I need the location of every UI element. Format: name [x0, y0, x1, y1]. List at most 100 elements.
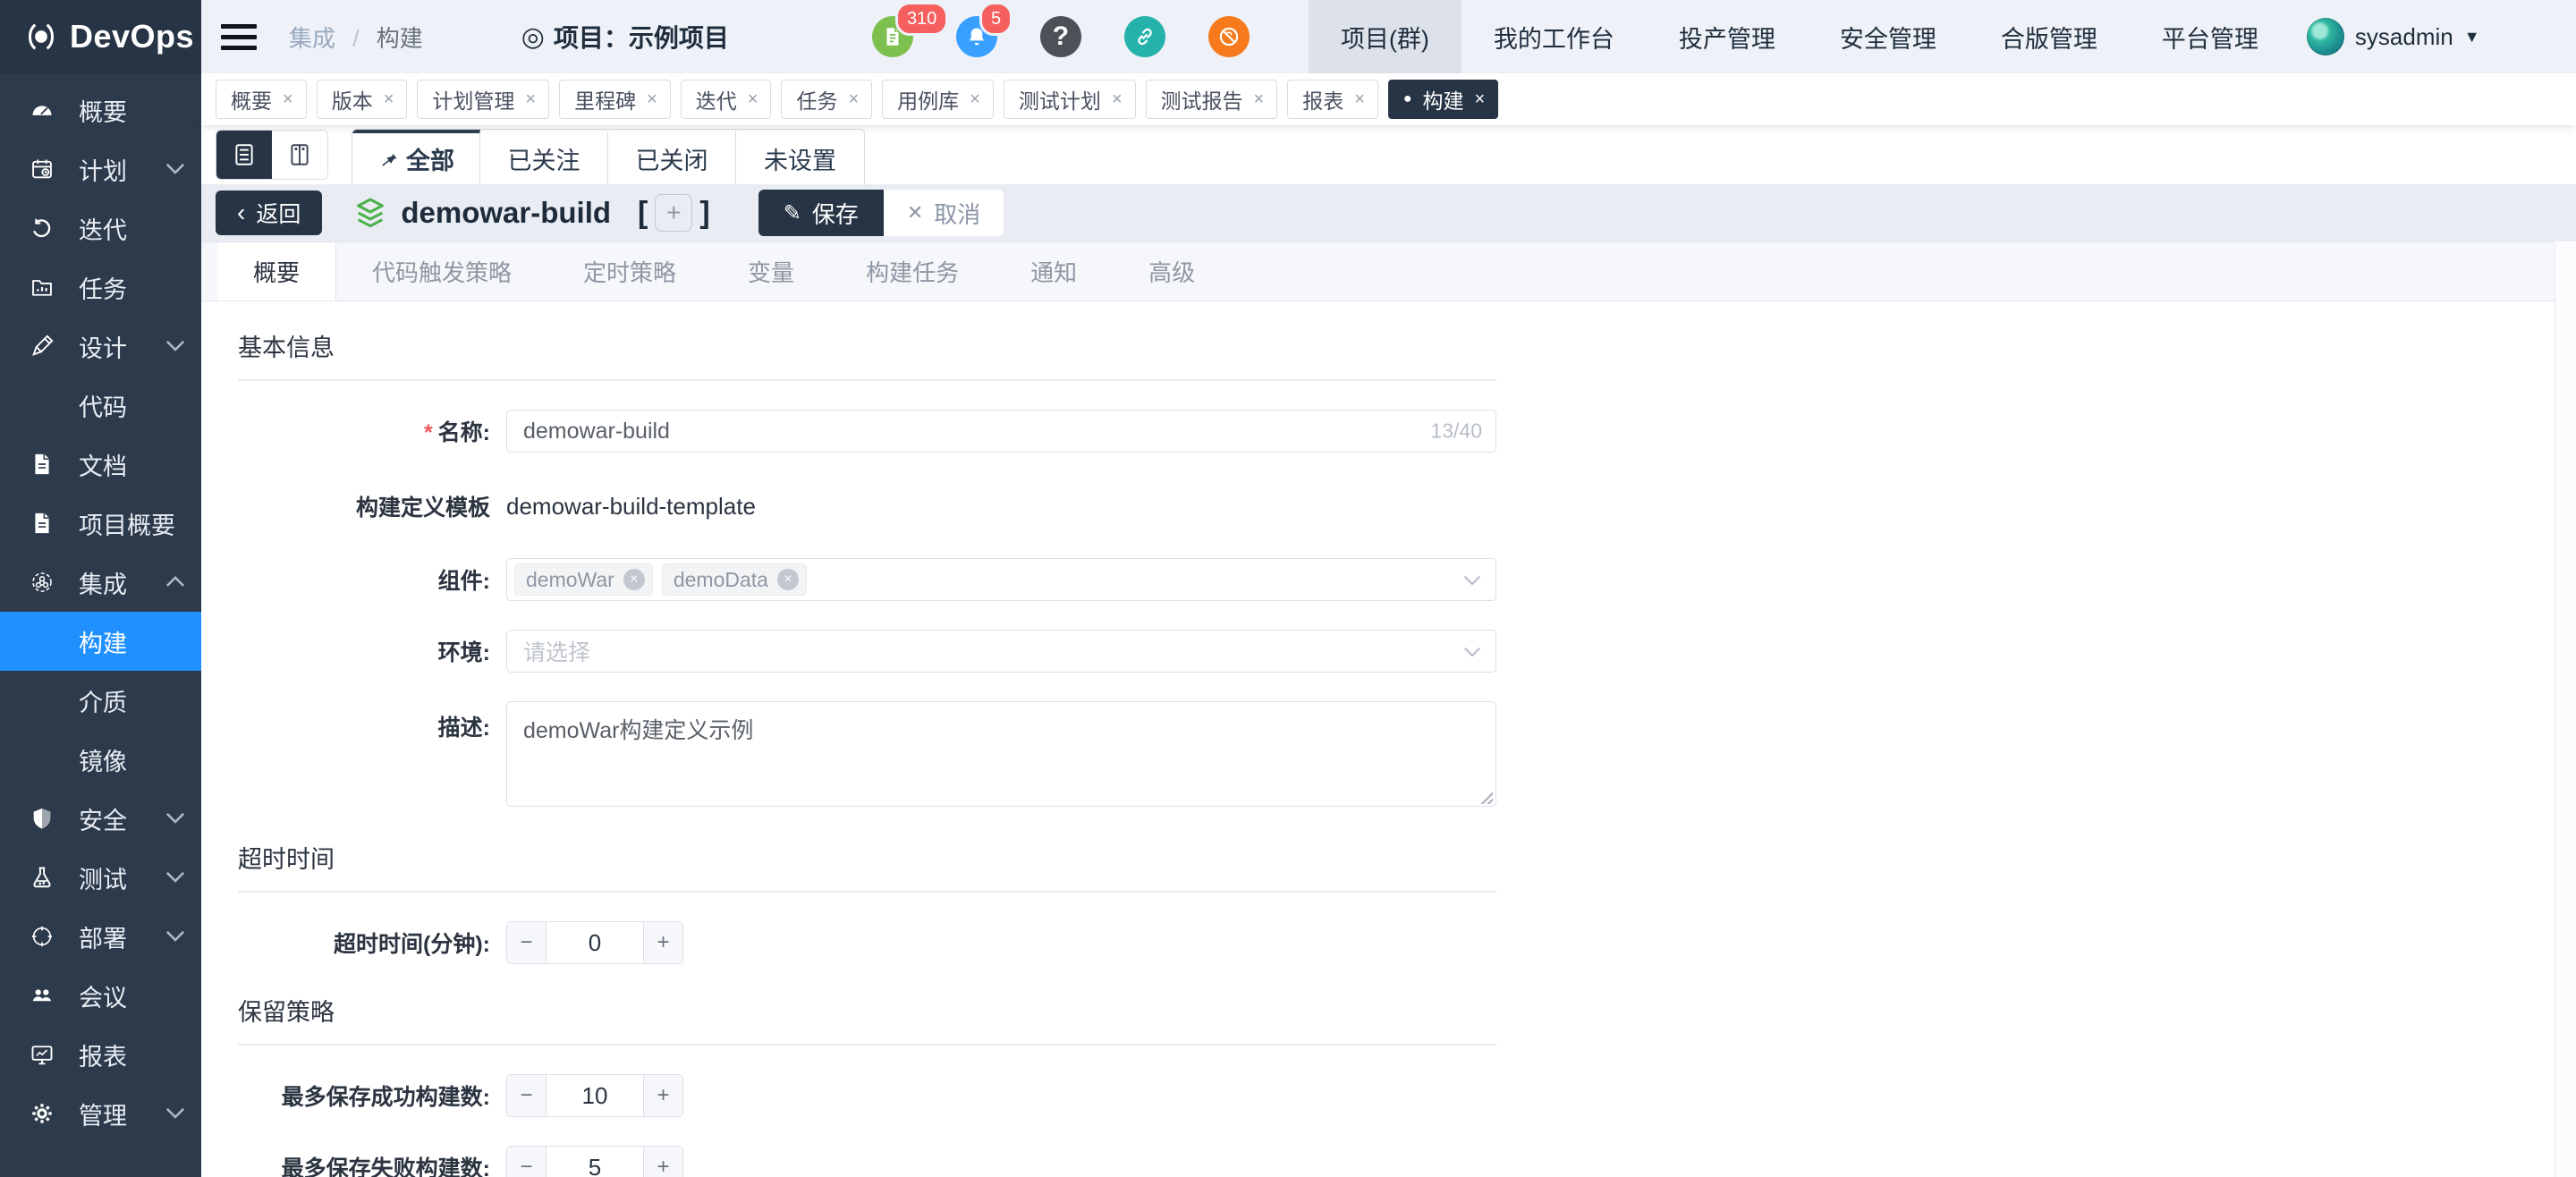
filter-tab-已关闭[interactable]: 已关闭 [608, 130, 736, 184]
detail-tab-通知[interactable]: 通知 [995, 242, 1113, 301]
topnav-item[interactable]: 合版管理 [1969, 0, 2130, 73]
documents-icon[interactable]: 310 [872, 16, 913, 57]
sidebar-item-task[interactable]: 任务 [0, 258, 201, 317]
detail-tab-定时策略[interactable]: 定时策略 [547, 242, 712, 301]
sidebar-item-iteration[interactable]: 迭代 [0, 199, 201, 258]
sidebar-item-code[interactable]: 代码 [0, 376, 201, 435]
environment-select[interactable]: 请选择 [506, 630, 1496, 673]
sidebar-item-image[interactable]: 镜像 [0, 730, 201, 789]
sidebar-item-admin[interactable]: 管理 [0, 1084, 201, 1143]
open-tab-报表[interactable]: ●报表× [1287, 80, 1378, 119]
brand-logo[interactable]: DevOps [0, 0, 201, 73]
sidebar-item-report[interactable]: 报表 [0, 1025, 201, 1084]
close-icon[interactable]: × [384, 89, 394, 110]
hamburger-menu-icon[interactable] [221, 18, 257, 56]
sidebar-item-overview[interactable]: 概要 [0, 80, 201, 140]
add-button[interactable]: + [655, 194, 692, 232]
open-tab-测试报告[interactable]: ●测试报告× [1146, 80, 1278, 119]
filter-tab-已关注[interactable]: 已关注 [480, 130, 608, 184]
sidebar-item-project-overview[interactable]: 项目概要 [0, 494, 201, 553]
components-select[interactable]: demoWar×demoData× [506, 558, 1496, 601]
filter-tab-未设置[interactable]: 未设置 [736, 130, 864, 184]
detail-tab-构建任务[interactable]: 构建任务 [830, 242, 995, 301]
tag-close-icon[interactable]: × [623, 569, 645, 590]
open-tab-构建[interactable]: ●构建× [1388, 80, 1498, 119]
open-tab-版本[interactable]: ●版本× [317, 80, 408, 119]
back-button[interactable]: ‹ 返回 [216, 191, 322, 235]
increment-button[interactable]: + [643, 1147, 682, 1177]
max-failed-label: 最多保存失败构建数: [238, 1151, 506, 1177]
close-icon[interactable]: × [283, 89, 293, 110]
sidebar-item-integration[interactable]: 集成 [0, 553, 201, 612]
sidebar-item-build[interactable]: 构建 [0, 612, 201, 671]
sidebar-item-label: 构建 [79, 624, 185, 659]
close-icon[interactable]: × [525, 89, 536, 110]
open-tab-迭代[interactable]: ●迭代× [681, 80, 772, 119]
name-input[interactable] [506, 410, 1496, 453]
no-debug-icon[interactable] [1208, 16, 1250, 57]
topnav-item[interactable]: 安全管理 [1808, 0, 1969, 73]
sidebar-item-deploy[interactable]: 部署 [0, 907, 201, 966]
shield-icon [29, 805, 55, 832]
open-tabs-strip: ●概要× ●版本×●计划管理× ●里程碑× ●迭代×●任务× ●用例库× ●测试计划× ●测… [201, 73, 2576, 125]
topnav-item[interactable]: 平台管理 [2130, 0, 2291, 73]
decrement-button[interactable]: − [507, 1075, 547, 1116]
detail-tab-高级[interactable]: 高级 [1113, 242, 1231, 301]
sidebar-item-document[interactable]: 文档 [0, 435, 201, 494]
close-icon[interactable]: × [647, 89, 657, 110]
form-row-timeout: 超时时间(分钟): − 0 + [238, 921, 1496, 964]
close-icon[interactable]: × [1254, 89, 1265, 110]
decrement-button[interactable]: − [507, 922, 547, 963]
timeout-value[interactable]: 0 [547, 922, 643, 963]
close-icon[interactable]: × [1112, 89, 1123, 110]
user-menu[interactable]: sysadmin ▼ [2291, 18, 2505, 55]
open-tab-里程碑[interactable]: ●里程碑× [559, 80, 671, 119]
sidebar-item-design[interactable]: 设计 [0, 317, 201, 376]
decrement-button[interactable]: − [507, 1147, 547, 1177]
close-icon[interactable]: × [1475, 89, 1486, 110]
project-label[interactable]: ◎ 项目：示例项目 [521, 19, 729, 55]
close-icon[interactable]: × [970, 89, 980, 110]
topnav-item[interactable]: 项目(群) [1309, 0, 1462, 73]
detail-tab-变量[interactable]: 变量 [712, 242, 830, 301]
close-icon[interactable]: × [748, 89, 758, 110]
cancel-button[interactable]: ✕ 取消 [884, 190, 1004, 236]
link-icon[interactable] [1124, 16, 1165, 57]
breadcrumb-parent[interactable]: 集成 [289, 25, 335, 52]
sidebar-item-plan[interactable]: 计划 [0, 140, 201, 199]
detail-tab-概要[interactable]: 概要 [217, 242, 336, 301]
save-button[interactable]: ✎ 保存 [758, 190, 884, 236]
close-icon[interactable]: × [848, 89, 859, 110]
increment-button[interactable]: + [643, 1075, 682, 1116]
help-icon[interactable]: ? [1040, 16, 1081, 57]
filter-tab-全部[interactable]: 全部 [352, 130, 480, 184]
increment-button[interactable]: + [643, 922, 682, 963]
detail-tab-代码触发策略[interactable]: 代码触发策略 [336, 242, 547, 301]
sidebar-item-test[interactable]: 测试 [0, 848, 201, 907]
chevron-down-icon [165, 871, 185, 884]
sidebar-item-media[interactable]: 介质 [0, 671, 201, 730]
vertical-scrollbar[interactable] [2555, 243, 2576, 1177]
open-tab-计划管理[interactable]: ●计划管理× [417, 80, 549, 119]
topnav-item[interactable]: 我的工作台 [1462, 0, 1647, 73]
board-view-button[interactable] [272, 131, 327, 179]
topnav-item[interactable]: 投产管理 [1647, 0, 1808, 73]
form-row-max-success: 最多保存成功构建数: − 10 + [238, 1074, 1496, 1117]
open-tab-用例库[interactable]: ●用例库× [882, 80, 994, 119]
notifications-bell-icon[interactable]: 5 [956, 16, 997, 57]
breadcrumb-current[interactable]: 构建 [377, 25, 423, 52]
component-tag: demoWar× [514, 563, 653, 596]
description-textarea[interactable]: demoWar构建定义示例 [506, 701, 1496, 807]
list-view-button[interactable] [216, 131, 272, 179]
open-tab-任务[interactable]: ●任务× [781, 80, 872, 119]
sidebar-item-meeting[interactable]: 会议 [0, 966, 201, 1025]
open-tab-测试计划[interactable]: ●测试计划× [1004, 80, 1136, 119]
open-tab-概要[interactable]: ●概要× [216, 80, 307, 119]
tag-close-icon[interactable]: × [777, 569, 799, 590]
max-success-value[interactable]: 10 [547, 1075, 643, 1116]
close-icon[interactable]: × [1354, 89, 1365, 110]
chevron-down-icon [165, 812, 185, 825]
filter-tab-label: 已关注 [508, 141, 580, 176]
sidebar-item-security[interactable]: 安全 [0, 789, 201, 848]
max-failed-value[interactable]: 5 [547, 1147, 643, 1177]
